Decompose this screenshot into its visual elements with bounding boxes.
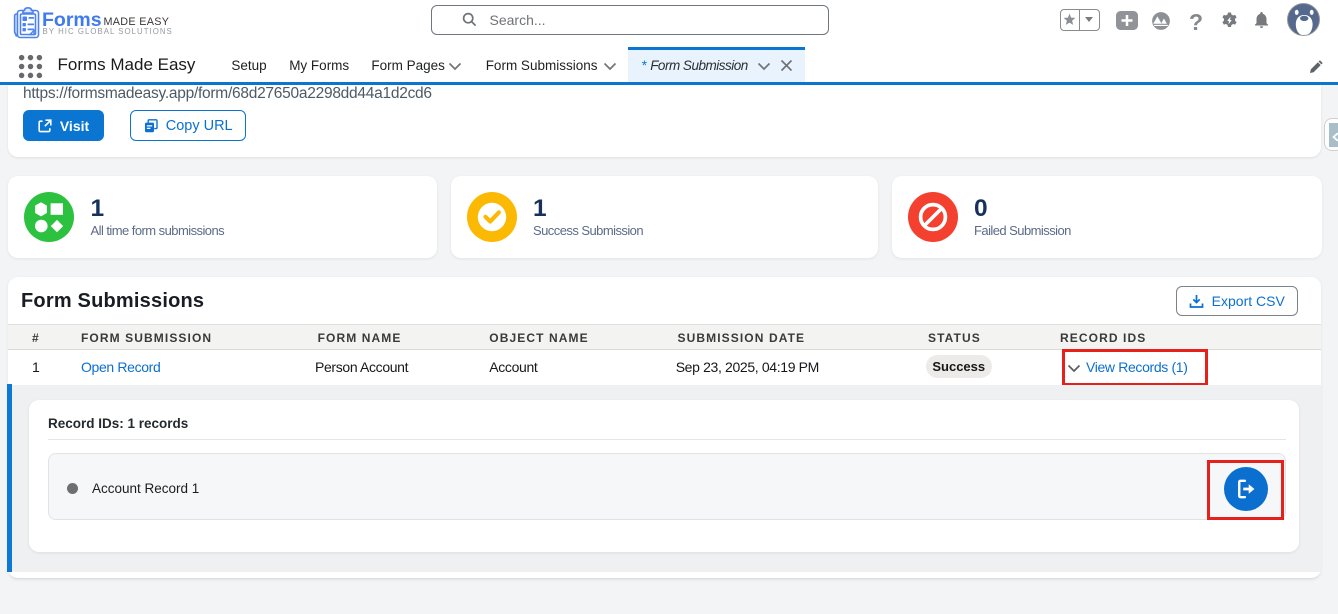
svg-text:MADE EASY: MADE EASY	[104, 16, 170, 28]
svg-text:BY HIC GLOBAL SOLUTIONS: BY HIC GLOBAL SOLUTIONS	[43, 27, 173, 36]
